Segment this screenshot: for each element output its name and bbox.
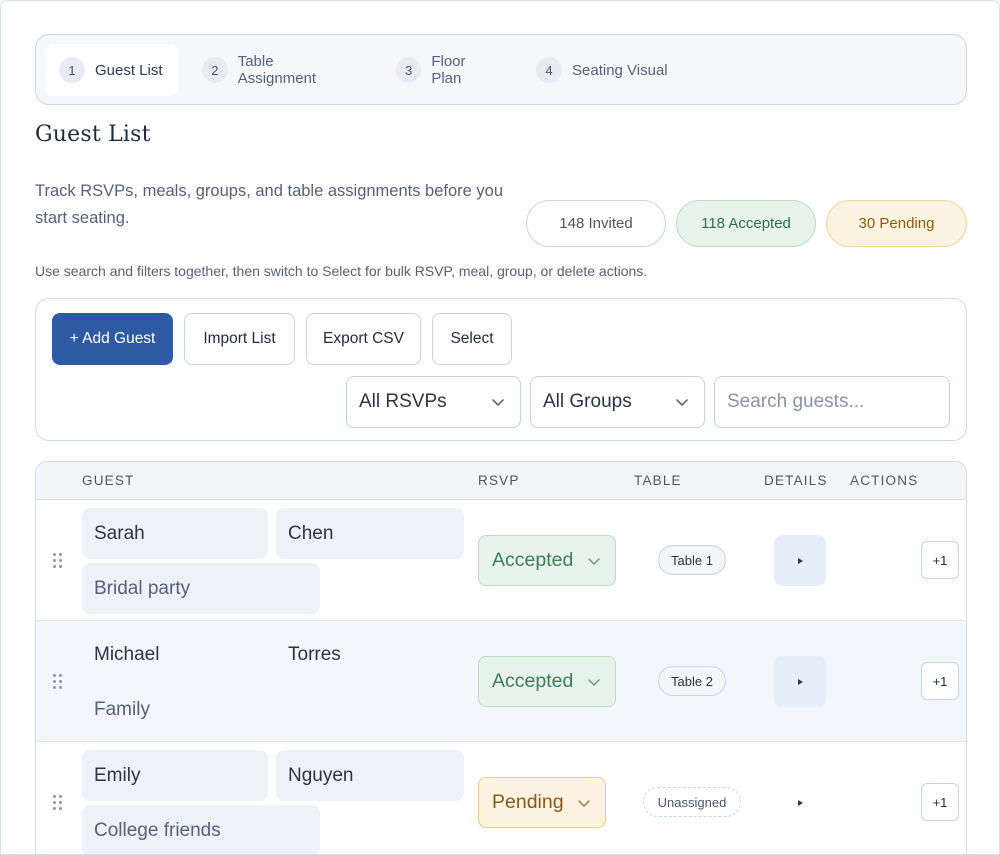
last-name-field[interactable]: Nguyen — [276, 750, 464, 801]
drag-handle-icon[interactable] — [53, 553, 67, 569]
column-actions: ACTIONS — [850, 473, 919, 488]
step-number: 3 — [396, 57, 422, 83]
rsvp-select[interactable]: Accepted — [478, 535, 616, 586]
expand-triangle-icon — [797, 678, 803, 685]
toolbar: + Add Guest Import List Export CSV Selec… — [35, 298, 967, 441]
first-name-field[interactable]: Sarah — [82, 508, 268, 559]
table-badge: Table 1 — [658, 545, 726, 575]
step-seating-visual[interactable]: 4 Seating Visual — [522, 44, 682, 96]
column-table: TABLE — [634, 473, 682, 488]
stepper: 1 Guest List 2 Table Assignment 3 Floor … — [35, 34, 967, 105]
plus-one-button[interactable]: +1 — [921, 662, 959, 700]
app-frame: 1 Guest List 2 Table Assignment 3 Floor … — [0, 0, 1000, 855]
invited-count-badge: 148 Invited — [526, 200, 666, 247]
pending-count-badge: 30 Pending — [826, 200, 967, 247]
last-name-field[interactable]: Torres — [276, 629, 464, 680]
step-label: Table Assignment — [237, 53, 317, 87]
group-filter-value: All Groups — [543, 391, 632, 412]
group-field[interactable]: College friends — [82, 805, 320, 854]
details-toggle-button[interactable] — [774, 535, 826, 586]
step-floor-plan[interactable]: 3 Floor Plan — [382, 44, 512, 96]
rsvp-value: Pending — [492, 791, 564, 813]
first-name-field[interactable]: Michael — [82, 629, 268, 680]
intro-text: Track RSVPs, meals, groups, and table as… — [35, 182, 504, 227]
drag-handle-icon[interactable] — [53, 674, 67, 690]
column-details: DETAILS — [764, 473, 828, 488]
table-badge: Table 2 — [658, 666, 726, 696]
step-number: 1 — [59, 57, 85, 83]
rsvp-value: Accepted — [492, 670, 574, 692]
rsvp-select[interactable]: Pending — [478, 777, 606, 828]
last-name-field[interactable]: Chen — [276, 508, 464, 559]
plus-one-button[interactable]: +1 — [921, 541, 959, 579]
page-title: Guest List — [35, 122, 151, 147]
search-input[interactable] — [714, 376, 950, 428]
expand-triangle-icon — [797, 799, 803, 806]
hint-text: Use search and filters together, then sw… — [35, 263, 648, 279]
step-number: 2 — [202, 57, 228, 83]
select-mode-button[interactable]: Select — [432, 313, 512, 365]
expand-triangle-icon — [797, 557, 803, 564]
chevron-down-icon — [588, 558, 600, 565]
rsvp-filter-select[interactable]: All RSVPs — [346, 376, 521, 428]
table-row: Sarah Chen Bridal party Accepted Table 1… — [36, 500, 966, 621]
chevron-down-icon — [578, 800, 590, 807]
first-name-field[interactable]: Emily — [82, 750, 268, 801]
details-toggle-button[interactable] — [774, 777, 826, 828]
table-row: Emily Nguyen College friends Pending Una… — [36, 742, 966, 854]
table-row: Michael Torres Family Accepted Table 2 +… — [36, 621, 966, 742]
rsvp-select[interactable]: Accepted — [478, 656, 616, 707]
column-guest: GUEST — [82, 473, 135, 488]
plus-one-button[interactable]: +1 — [921, 783, 959, 821]
table-badge: Unassigned — [643, 787, 741, 817]
step-number: 4 — [536, 57, 562, 83]
group-field[interactable]: Bridal party — [82, 563, 320, 614]
export-csv-button[interactable]: Export CSV — [306, 313, 421, 365]
chevron-down-icon — [588, 679, 600, 686]
step-table-assignment[interactable]: 2 Table Assignment — [188, 44, 368, 96]
group-field[interactable]: Family — [82, 684, 320, 735]
chevron-down-icon — [492, 399, 504, 406]
step-label: Guest List — [95, 61, 163, 79]
details-toggle-button[interactable] — [774, 656, 826, 707]
step-label: Floor Plan — [431, 53, 466, 87]
step-guest-list[interactable]: 1 Guest List — [45, 44, 178, 96]
rsvp-filter-value: All RSVPs — [359, 391, 447, 412]
column-rsvp: RSVP — [478, 473, 520, 488]
chevron-down-icon — [676, 399, 688, 406]
guest-table: GUEST RSVP TABLE DETAILS ACTIONS Sarah C… — [35, 461, 967, 854]
drag-handle-icon[interactable] — [53, 795, 67, 811]
table-header: GUEST RSVP TABLE DETAILS ACTIONS — [36, 462, 966, 500]
accepted-count-badge: 118 Accepted — [676, 200, 816, 247]
rsvp-value: Accepted — [492, 549, 574, 571]
group-filter-select[interactable]: All Groups — [530, 376, 705, 428]
step-label: Seating Visual — [572, 61, 668, 79]
add-guest-button[interactable]: + Add Guest — [52, 313, 173, 365]
import-list-button[interactable]: Import List — [184, 313, 295, 365]
